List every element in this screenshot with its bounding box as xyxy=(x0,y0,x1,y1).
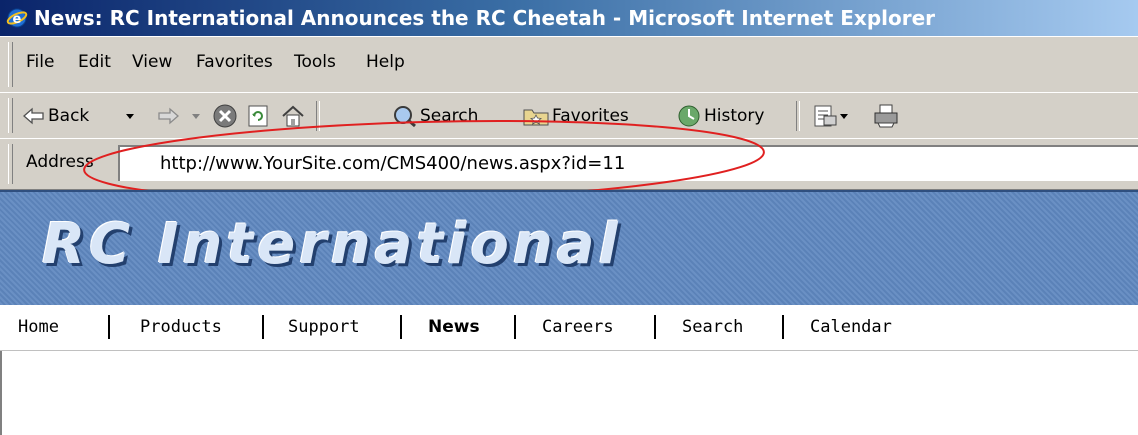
nav-separator xyxy=(654,315,656,339)
toolbar-grip[interactable] xyxy=(8,98,13,133)
nav-home[interactable]: Home xyxy=(18,317,59,337)
toolbar-separator xyxy=(316,101,320,131)
toolbar-grip[interactable] xyxy=(8,42,13,87)
nav-separator xyxy=(782,315,784,339)
nav-news[interactable]: News xyxy=(428,317,480,337)
stop-icon xyxy=(213,104,237,128)
window-title: News: RC International Announces the RC … xyxy=(34,6,936,30)
back-dropdown-button[interactable] xyxy=(124,102,136,130)
browser-chrome: File Edit View Favorites Tools Help Back xyxy=(0,36,1138,190)
address-bar: Address http://www.YourSite.com/CMS400/n… xyxy=(0,138,1138,190)
menu-favorites[interactable]: Favorites xyxy=(196,52,273,72)
favorites-button[interactable]: Favorites xyxy=(522,102,629,130)
page-content xyxy=(0,351,1138,435)
printer-icon xyxy=(874,104,898,128)
address-input[interactable]: http://www.YourSite.com/CMS400/news.aspx… xyxy=(118,145,1138,181)
menu-bar: File Edit View Favorites Tools Help xyxy=(0,36,1138,93)
menu-edit[interactable]: Edit xyxy=(78,52,111,72)
history-icon xyxy=(678,105,700,127)
site-logo[interactable]: RC International xyxy=(42,212,622,277)
favorites-label: Favorites xyxy=(552,106,629,126)
back-button[interactable]: Back xyxy=(22,102,89,130)
search-button[interactable]: Search xyxy=(392,102,478,130)
nav-products[interactable]: Products xyxy=(140,317,222,337)
nav-separator xyxy=(514,315,516,339)
refresh-button[interactable] xyxy=(246,102,270,130)
address-label: Address xyxy=(26,152,94,172)
chevron-down-icon xyxy=(126,114,134,119)
search-icon xyxy=(394,106,416,128)
window-title-bar[interactable]: e News: RC International Announces the R… xyxy=(0,0,1138,36)
toolbar-grip[interactable] xyxy=(8,144,13,184)
back-label: Back xyxy=(48,106,90,126)
chevron-down-icon xyxy=(840,114,848,119)
menu-tools[interactable]: Tools xyxy=(294,52,336,72)
nav-separator xyxy=(108,315,110,339)
forward-arrow-icon xyxy=(158,107,179,125)
history-label: History xyxy=(704,106,765,126)
internet-explorer-icon: e xyxy=(6,8,28,28)
nav-separator xyxy=(400,315,402,339)
refresh-icon xyxy=(248,105,268,127)
mail-button[interactable] xyxy=(812,102,850,130)
back-arrow-icon xyxy=(23,107,44,125)
nav-careers[interactable]: Careers xyxy=(542,317,614,337)
nav-support[interactable]: Support xyxy=(288,317,360,337)
mail-icon xyxy=(814,105,837,127)
menu-view[interactable]: View xyxy=(132,52,172,72)
print-button[interactable] xyxy=(872,102,900,130)
favorites-folder-icon xyxy=(523,109,549,126)
forward-dropdown-button[interactable] xyxy=(190,102,202,130)
history-button[interactable]: History xyxy=(676,102,764,130)
stop-button[interactable] xyxy=(212,102,238,130)
nav-search[interactable]: Search xyxy=(682,317,743,337)
home-icon xyxy=(282,105,304,127)
menu-help[interactable]: Help xyxy=(366,52,405,72)
nav-separator xyxy=(262,315,264,339)
nav-calendar[interactable]: Calendar xyxy=(810,317,892,337)
standard-toolbar: Back Search Favorites History xyxy=(0,92,1138,139)
menu-file[interactable]: File xyxy=(26,52,54,72)
site-banner: RC International xyxy=(0,190,1138,307)
search-label: Search xyxy=(420,106,479,126)
site-nav: Home Products Support News Careers Searc… xyxy=(0,305,1138,351)
home-button[interactable] xyxy=(280,102,306,130)
forward-button[interactable] xyxy=(156,102,180,130)
address-url: http://www.YourSite.com/CMS400/news.aspx… xyxy=(160,153,626,174)
chevron-down-icon xyxy=(192,114,200,119)
toolbar-separator xyxy=(796,101,800,131)
svg-text:e: e xyxy=(13,12,22,27)
